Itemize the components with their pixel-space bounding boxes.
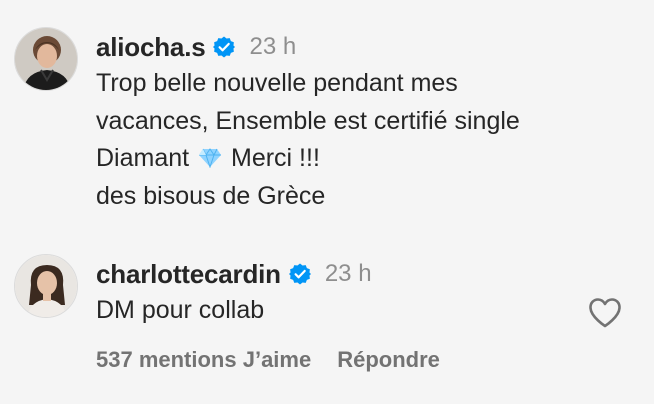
comment-timestamp: 23 h: [324, 260, 372, 287]
comment-text: DM pour collab: [96, 292, 264, 330]
comment-line: Trop belle nouvelle pendant mes: [96, 69, 458, 97]
comment-aliocha: aliocha.s 23 h Trop belle nouvelle penda…: [0, 0, 654, 240]
comment-line: vacances, Ensemble est certifié single: [96, 106, 520, 135]
avatar-charlotte-image: [15, 255, 77, 317]
comment-line-text: Diamant: [96, 144, 190, 172]
verified-badge-icon: [213, 36, 236, 58]
comment-timestamp: 23 h: [249, 33, 297, 60]
comment-text: Trop belle nouvelle pendant mes vacances…: [96, 65, 520, 215]
reply-button[interactable]: Répondre: [337, 347, 440, 373]
comment-username[interactable]: charlottecardin: [96, 259, 281, 290]
avatar-aliocha-image: [15, 28, 77, 90]
avatar[interactable]: [14, 254, 78, 318]
verified-badge-icon: [288, 263, 311, 285]
comment-line: des bisous de Grèce: [96, 181, 326, 210]
like-heart-icon[interactable]: [588, 297, 622, 329]
likes-count-button[interactable]: 537 mentions J’aime: [96, 347, 311, 373]
comment-line-text: Merci !!!: [231, 144, 320, 172]
comment-charlottecardin: charlottecardin 23 h DM pour collab: [0, 240, 654, 404]
comment-username[interactable]: aliocha.s: [96, 32, 206, 63]
comment-actions: 537 mentions J’aime Répondre: [96, 347, 440, 373]
avatar[interactable]: [14, 27, 78, 91]
gem-emoji-icon: [198, 142, 222, 169]
comment-line: Diamant Merci !!!: [96, 140, 520, 178]
comment-line: DM pour collab: [96, 296, 265, 324]
